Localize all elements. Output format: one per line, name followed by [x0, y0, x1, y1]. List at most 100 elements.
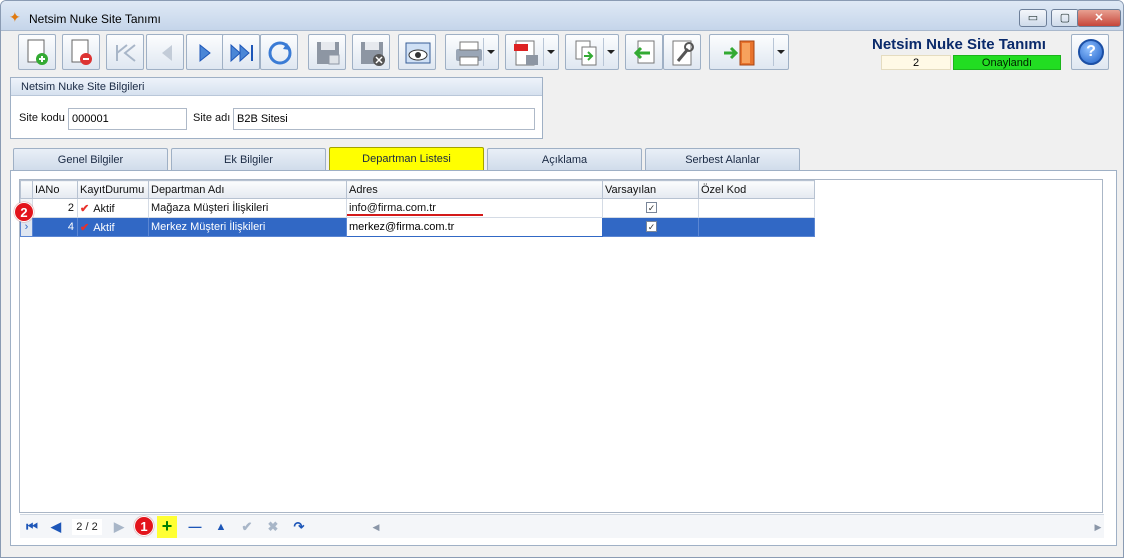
col-header-ianno[interactable]: IANo — [32, 180, 78, 199]
annotation-badge-2: 2 — [14, 202, 34, 222]
tab-ek-bilgiler[interactable]: Ek Bilgiler — [171, 148, 326, 171]
record-count: 2 — [881, 55, 951, 70]
butterfly-icon: ✦ — [9, 9, 21, 25]
close-button[interactable]: ✕ — [1077, 9, 1121, 27]
cell-department[interactable]: Merkez Müşteri İlişkileri — [148, 217, 347, 237]
cell-address-editing[interactable]: merkez@firma.com.tr — [346, 217, 603, 237]
tab-serbest-alanlar[interactable]: Serbest Alanlar — [645, 148, 800, 171]
refresh-icon — [268, 41, 292, 65]
add-row-button[interactable]: + — [157, 516, 177, 538]
settings-button[interactable] — [663, 34, 701, 70]
export-button[interactable] — [565, 34, 619, 70]
next-icon — [199, 43, 211, 63]
help-button[interactable]: ? — [1071, 34, 1109, 70]
table-row-selected[interactable]: › 4 ✔ Aktif Merkez Müşteri İlişkileri mer… — [20, 217, 815, 237]
last-record-button[interactable] — [222, 34, 260, 70]
import-button[interactable] — [625, 34, 663, 70]
department-grid: IANo KayıtDurumu Departman Adı Adres Var… — [19, 179, 1103, 513]
tab-genel-bilgiler[interactable]: Genel Bilgiler — [13, 148, 168, 171]
printer-icon — [456, 41, 482, 66]
scroll-right-icon[interactable]: ▶ — [1092, 519, 1104, 535]
maximize-button[interactable]: ▢ — [1051, 9, 1079, 27]
cell-department[interactable]: Mağaza Müşteri İlişkileri — [148, 198, 347, 218]
site-name-input[interactable]: B2B Sitesi — [233, 108, 535, 130]
col-header-department[interactable]: Departman Adı — [148, 180, 347, 199]
save-icon — [317, 42, 340, 65]
minimize-button[interactable]: ▭ — [1019, 9, 1047, 27]
cell-special-code[interactable] — [698, 198, 815, 218]
last-icon — [230, 43, 253, 63]
exit-door-icon — [724, 40, 755, 66]
new-record-button[interactable] — [18, 34, 56, 70]
import-icon — [633, 40, 655, 64]
print-button[interactable] — [445, 34, 499, 70]
cell-status[interactable]: ✔ Aktif — [77, 198, 149, 218]
cell-default[interactable]: ✓ — [602, 217, 699, 237]
pdf-export-button[interactable] — [505, 34, 559, 70]
cell-ianno[interactable]: 2 — [32, 198, 78, 218]
previous-record-button[interactable] — [146, 34, 184, 70]
checkmark-icon: ✔ — [80, 221, 90, 234]
cell-status[interactable]: ✔ Aktif — [77, 217, 149, 237]
cell-special-code[interactable] — [698, 217, 815, 237]
tab-aciklama[interactable]: Açıklama — [487, 148, 642, 171]
site-code-input[interactable]: 000001 — [68, 108, 187, 130]
grid-table: IANo KayıtDurumu Departman Adı Adres Var… — [20, 180, 815, 237]
tab-departman-listesi[interactable]: Departman Listesi — [329, 147, 484, 172]
col-header-status[interactable]: KayıtDurumu — [77, 180, 149, 199]
delete-record-button[interactable] — [62, 34, 100, 70]
window-title: Netsim Nuke Site Tanımı — [29, 12, 161, 26]
title-bar: ✦ Netsim Nuke Site Tanımı ▭ ▢ ✕ — [1, 1, 1123, 31]
save-cancel-icon — [361, 42, 385, 66]
export-icon — [575, 40, 597, 66]
col-header-special-code[interactable]: Özel Kod — [698, 180, 815, 199]
refresh-button[interactable] — [260, 34, 298, 70]
status-badge: Onaylandı — [953, 55, 1061, 70]
move-up-button[interactable]: ▲ — [212, 518, 230, 536]
main-window: ✦ Netsim Nuke Site Tanımı ▭ ▢ ✕ Netsim N… — [0, 0, 1124, 558]
help-icon: ? — [1078, 39, 1104, 65]
wrench-icon — [672, 40, 694, 66]
previous-icon — [162, 45, 172, 61]
group-title: Netsim Nuke Site Bilgileri — [11, 78, 542, 96]
cell-ianno[interactable]: 4 — [32, 217, 78, 237]
eye-preview-icon — [405, 42, 431, 64]
refresh-grid-button[interactable]: ↷ — [290, 518, 308, 536]
site-name-label: Site adı — [193, 112, 231, 124]
confirm-button[interactable]: ✔ — [238, 518, 256, 536]
first-icon — [116, 44, 136, 62]
exit-button[interactable] — [709, 34, 789, 70]
default-checkbox[interactable]: ✓ — [646, 221, 657, 232]
status-text: Aktif — [93, 221, 115, 234]
site-info-group: Netsim Nuke Site Bilgileri Site kodu 000… — [10, 77, 543, 139]
col-header-address[interactable]: Adres — [346, 180, 603, 199]
app-title: Netsim Nuke Site Tanımı — [872, 36, 1046, 53]
chevron-down-icon[interactable] — [777, 50, 785, 54]
nav-next-button[interactable]: ▶ — [110, 518, 128, 536]
default-checkbox[interactable]: ✓ — [646, 202, 657, 213]
cell-default[interactable]: ✓ — [602, 198, 699, 218]
indicator-header — [20, 180, 33, 199]
chevron-down-icon[interactable] — [607, 50, 615, 54]
scroll-left-icon[interactable]: ◀ — [370, 519, 382, 535]
col-header-default[interactable]: Varsayılan — [602, 180, 699, 199]
annotation-underline — [347, 214, 483, 216]
page-indicator: 2 / 2 — [72, 519, 102, 535]
pdf-icon — [514, 40, 538, 66]
save-close-button[interactable] — [352, 34, 390, 70]
cancel-edit-button[interactable]: ✖ — [264, 518, 282, 536]
nav-first-button[interactable]: ⏮ — [23, 518, 41, 536]
header-row: IANo KayıtDurumu Departman Adı Adres Var… — [20, 180, 815, 199]
delete-document-icon — [71, 39, 92, 65]
next-record-button[interactable] — [186, 34, 224, 70]
preview-button[interactable] — [398, 34, 436, 70]
chevron-down-icon[interactable] — [547, 50, 555, 54]
chevron-down-icon[interactable] — [487, 50, 495, 54]
nav-prev-button[interactable]: ◀ — [47, 518, 65, 536]
save-button[interactable] — [308, 34, 346, 70]
horizontal-scrollbar[interactable]: ◀ ▶ — [370, 519, 1104, 535]
first-record-button[interactable] — [106, 34, 144, 70]
checkmark-icon: ✔ — [80, 202, 90, 215]
status-text: Aktif — [93, 202, 115, 215]
remove-row-button[interactable]: — — [186, 518, 204, 536]
